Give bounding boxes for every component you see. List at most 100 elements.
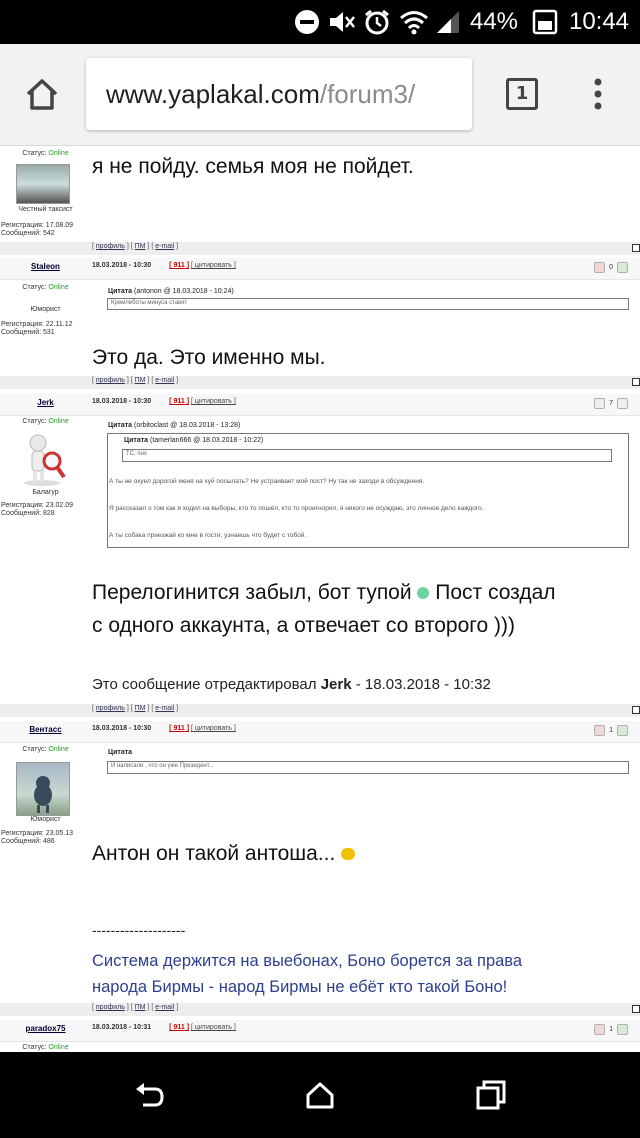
profile-link[interactable]: профиль bbox=[96, 705, 125, 712]
rate-icon[interactable] bbox=[617, 262, 628, 273]
post-footer: [ профиль ] [ ПМ ] [ e-mail ] bbox=[0, 242, 640, 255]
username-link[interactable]: Вентасс bbox=[0, 725, 91, 734]
address-bar[interactable]: www.yaplakal.com/forum3/ bbox=[86, 58, 472, 130]
user-message-count: Сообщений: 531 bbox=[1, 329, 55, 336]
post-header: Вентасс 18.03.2018 - 10:30[ 911 ] [ цити… bbox=[0, 721, 640, 743]
rating-value: 7 bbox=[609, 400, 613, 407]
rate-icon[interactable] bbox=[617, 398, 628, 409]
email-link[interactable]: e-mail bbox=[155, 705, 174, 712]
rate-icon[interactable] bbox=[617, 725, 628, 736]
pm-link[interactable]: ПМ bbox=[135, 1004, 146, 1011]
rating: 0 bbox=[594, 262, 628, 273]
user-rank: Юморист bbox=[30, 816, 61, 823]
user-rank: Честный таксист bbox=[18, 206, 73, 213]
post-number-link[interactable]: 911 bbox=[173, 398, 184, 405]
battery-percent: 44% bbox=[469, 8, 519, 35]
rate-icon[interactable] bbox=[594, 262, 606, 273]
smiley-icon bbox=[341, 848, 356, 861]
profile-link[interactable]: профиль bbox=[96, 243, 125, 250]
quote-header: Цитата (orbitoclast @ 18.03.2018 - 13:28… bbox=[108, 422, 241, 429]
user-registration: Регистрация: 22.11.12 bbox=[1, 321, 73, 328]
rating: 1 bbox=[594, 725, 628, 736]
url-path: /forum3/ bbox=[319, 79, 416, 109]
rate-icon[interactable] bbox=[594, 1024, 606, 1035]
post-body: Антон он такой антоша... bbox=[92, 837, 356, 870]
user-message-count: Сообщений: 828 bbox=[1, 510, 55, 517]
user-registration: Регистрация: 23.05.13 bbox=[1, 830, 74, 837]
status-bar: 44% 10:44 bbox=[0, 0, 640, 44]
scroll-top-icon[interactable] bbox=[632, 378, 640, 386]
signature-divider: -------------------- bbox=[92, 922, 186, 938]
do-not-disturb-icon bbox=[292, 6, 322, 38]
post-header: paradox75 18.03.2018 - 10:31[ 911 ] [ ци… bbox=[0, 1020, 640, 1042]
pm-link[interactable]: ПМ bbox=[135, 705, 146, 712]
rating-value: 0 bbox=[609, 264, 613, 271]
quote-link[interactable]: цитировать bbox=[195, 725, 232, 732]
post-header: Jerk 18.03.2018 - 10:30[ 911 ] [ цитиров… bbox=[0, 394, 640, 416]
system-navigation-bar bbox=[0, 1052, 640, 1138]
user-status: Статус: Online bbox=[22, 150, 69, 157]
quote-link[interactable]: цитировать bbox=[195, 262, 232, 269]
post-number-link[interactable]: 911 bbox=[173, 725, 184, 732]
quote-text: И написали , что он уже Президент... bbox=[107, 761, 629, 774]
post-footer: [ профиль ] [ ПМ ] [ e-mail ] bbox=[0, 1003, 640, 1016]
quote-link[interactable]: цитировать bbox=[195, 398, 232, 405]
quote-header: Цитата bbox=[108, 749, 133, 756]
battery-icon bbox=[530, 6, 560, 38]
post-datetime: 18.03.2018 - 10:30 bbox=[92, 262, 152, 269]
username-link[interactable]: paradox75 bbox=[0, 1024, 91, 1033]
menu-icon[interactable] bbox=[586, 74, 610, 114]
username-link[interactable]: Jerk bbox=[0, 398, 91, 407]
wifi-icon bbox=[398, 6, 430, 38]
signature-line: народа Бирмы - народ Бирмы не ебёт кто т… bbox=[92, 978, 508, 996]
quote-line: Я рассказал о том как я ходил на выборы,… bbox=[109, 505, 484, 512]
quote-header: Цитата (antonon @ 18.03.2018 - 10:24) bbox=[108, 288, 234, 295]
tab-switcher-button[interactable]: 1 bbox=[506, 78, 538, 110]
quote-text: Кремлеботы минуса ставят bbox=[107, 298, 629, 310]
nested-quote-header: Цитата (tamerlan666 @ 18.03.2018 - 10:22… bbox=[124, 437, 264, 444]
post-number-link[interactable]: 911 bbox=[173, 1024, 184, 1031]
quote-link[interactable]: цитировать bbox=[195, 1024, 232, 1031]
url-host: www.yaplakal.com bbox=[106, 79, 320, 109]
avatar[interactable] bbox=[14, 431, 70, 487]
post-footer: [ профиль ] [ ПМ ] [ e-mail ] bbox=[0, 704, 640, 717]
back-icon[interactable] bbox=[133, 1079, 165, 1111]
rating-value: 1 bbox=[609, 727, 613, 734]
email-link[interactable]: e-mail bbox=[155, 1004, 174, 1011]
user-status: Статус: Online bbox=[22, 418, 69, 425]
pm-link[interactable]: ПМ bbox=[135, 243, 146, 250]
profile-link[interactable]: профиль bbox=[96, 377, 125, 384]
user-rank: Балагур bbox=[32, 489, 59, 496]
signature-line: Система держится на выебонах, Боно борет… bbox=[92, 952, 523, 970]
scroll-top-icon[interactable] bbox=[632, 1005, 640, 1013]
forum-page: Статус: Online Честный таксист Регистрац… bbox=[0, 146, 640, 1052]
post-datetime: 18.03.2018 - 10:30 bbox=[92, 398, 152, 405]
user-status: Статус: Online bbox=[22, 746, 69, 753]
email-link[interactable]: e-mail bbox=[155, 377, 174, 384]
avatar[interactable] bbox=[16, 164, 70, 204]
user-message-count: Сообщений: 486 bbox=[1, 838, 55, 845]
rating: 7 bbox=[594, 398, 628, 409]
profile-link[interactable]: профиль bbox=[96, 1004, 125, 1011]
rate-icon[interactable] bbox=[594, 725, 606, 736]
avatar[interactable] bbox=[16, 762, 70, 816]
post-body: я не пойду. семья моя не пойдет. bbox=[92, 155, 414, 178]
home-nav-icon[interactable] bbox=[304, 1079, 336, 1111]
recent-apps-icon[interactable] bbox=[475, 1079, 507, 1111]
email-link[interactable]: e-mail bbox=[155, 243, 174, 250]
pm-link[interactable]: ПМ bbox=[135, 377, 146, 384]
home-icon[interactable] bbox=[22, 74, 62, 114]
scroll-top-icon[interactable] bbox=[632, 244, 640, 252]
rate-icon[interactable] bbox=[594, 398, 606, 409]
quote-line: А ты собака приезжай ко мне в гости, узн… bbox=[109, 532, 307, 539]
post-body: Это да. Это именно мы. bbox=[92, 346, 326, 369]
rate-icon[interactable] bbox=[617, 1024, 628, 1035]
scroll-top-icon[interactable] bbox=[632, 706, 640, 714]
alarm-icon bbox=[362, 6, 392, 38]
username-link[interactable]: Staleon bbox=[0, 262, 91, 271]
post-footer: [ профиль ] [ ПМ ] [ e-mail ] bbox=[0, 376, 640, 389]
user-message-count: Сообщений: 542 bbox=[1, 230, 55, 237]
user-status: Статус: Online bbox=[22, 1044, 69, 1051]
rating-value: 1 bbox=[609, 1026, 613, 1033]
post-number-link[interactable]: 911 bbox=[173, 262, 184, 269]
